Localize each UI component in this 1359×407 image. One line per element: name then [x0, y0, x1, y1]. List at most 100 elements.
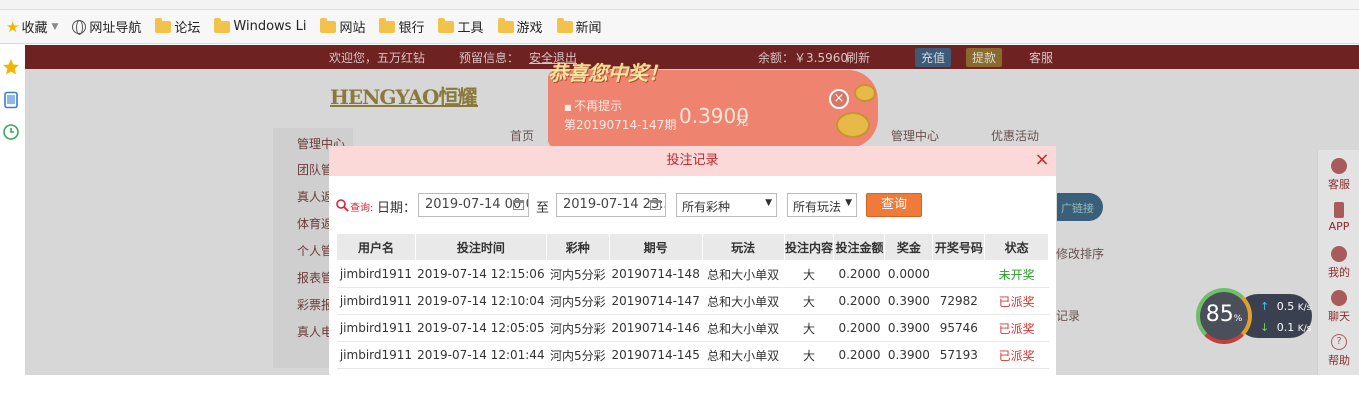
menu-live-report[interactable]: 真人电: [297, 323, 333, 340]
col-username: 用户名: [336, 233, 416, 261]
menu-personal[interactable]: 个人管: [297, 242, 333, 259]
menu-sport-rebate[interactable]: 体育返: [297, 215, 333, 232]
browser-sidebar: [0, 45, 25, 375]
promo-link-tab[interactable]: 广链接: [1057, 193, 1103, 221]
col-lottery: 彩种: [545, 233, 610, 261]
phone-icon: [1334, 202, 1344, 218]
arrow-down-icon: ↓: [1260, 321, 1270, 334]
col-status: 状态: [984, 233, 1049, 261]
float-mine[interactable]: 我的: [1318, 246, 1359, 280]
bookmark-folder-forum[interactable]: 论坛: [155, 17, 200, 36]
withdraw-button[interactable]: 提款: [966, 47, 1003, 67]
calendar-icon: [650, 200, 661, 210]
chevron-down-icon: ▼: [51, 21, 59, 32]
lottery-type-select[interactable]: 所有彩种 ▼: [676, 193, 777, 217]
menu-team[interactable]: 团队管: [297, 161, 333, 178]
prize-notification: 恭喜您中奖！ 不再提示 第20190714-147期 0.3900 元 ×: [548, 61, 878, 148]
table-row[interactable]: jimbird1911 2019-07-14 12:15:06 河内5分彩 20…: [336, 260, 1049, 288]
chevron-down-icon: ▼: [845, 198, 852, 208]
folder-icon: [556, 17, 573, 33]
coin-icon: [836, 112, 870, 138]
col-bet-time: 投注时间: [414, 233, 547, 261]
tablet-icon[interactable]: [2, 91, 20, 109]
search-icon: [336, 199, 349, 212]
bookmark-favorites[interactable]: ★ 收藏 ▼: [6, 17, 59, 37]
coin-icon: [854, 84, 876, 102]
menu-lottery-report[interactable]: 彩票报: [297, 296, 333, 313]
refresh-link[interactable]: 刷新: [846, 49, 870, 66]
status-badge: 已派奖: [984, 341, 1049, 369]
modal-title: 投注记录: [329, 146, 1056, 176]
welcome-text: 欢迎您，五万红钻: [329, 50, 426, 65]
query-label: 查询:: [350, 203, 374, 214]
bookmark-folder-windows[interactable]: Windows Li: [214, 17, 306, 34]
upload-speed: 0.5: [1276, 300, 1295, 313]
nav-manage[interactable]: 管理中心: [891, 127, 939, 144]
folder-icon: [379, 17, 396, 33]
right-float-bar: 客服 APP 我的 聊天 ? 帮助: [1317, 150, 1359, 375]
col-bet-amount: 投注金额: [833, 233, 886, 261]
float-app[interactable]: APP: [1318, 202, 1359, 233]
search-button[interactable]: 查询: [866, 193, 922, 217]
edit-sort-link[interactable]: 修改排序: [1056, 245, 1104, 262]
records-link[interactable]: 记录: [1056, 307, 1080, 324]
service-link[interactable]: 客服: [1029, 49, 1053, 66]
status-badge: 已派奖: [984, 314, 1049, 342]
bookmark-folder-sites[interactable]: 网站: [320, 17, 365, 36]
recharge-button[interactable]: 充值: [915, 47, 952, 67]
page-bottom-blank: [0, 375, 1359, 407]
user-icon: [1331, 246, 1347, 262]
table-row[interactable]: jimbird1911 2019-07-14 12:01:44 河内5分彩 20…: [336, 341, 1049, 369]
close-icon[interactable]: ×: [1032, 150, 1052, 170]
bookmark-folder-bank[interactable]: 银行: [379, 17, 424, 36]
folder-icon: [214, 17, 231, 33]
table-row[interactable]: jimbird1911 2019-07-14 12:10:04 河内5分彩 20…: [336, 287, 1049, 315]
history-clock-icon[interactable]: [2, 123, 20, 141]
bet-record-modal: 投注记录 × 查询: 日期： 2019-07-14 00:00:00 至 201…: [329, 146, 1056, 375]
status-badge: 已派奖: [984, 287, 1049, 315]
col-bet-content: 投注内容: [783, 233, 835, 261]
float-chat[interactable]: 聊天: [1318, 290, 1359, 324]
chat-icon: [1331, 290, 1347, 306]
table-row[interactable]: jimbird1911 2019-07-14 12:05:05 河内5分彩 20…: [336, 314, 1049, 342]
folder-icon: [497, 17, 514, 33]
nav-home[interactable]: 首页: [510, 127, 534, 144]
date-to-input[interactable]: 2019-07-14 23:59:59: [556, 193, 666, 217]
col-draw-number: 开奖号码: [932, 233, 986, 261]
bookmark-folder-games[interactable]: 游戏: [497, 17, 543, 36]
network-speed-widget[interactable]: 85% ↑ 0.5 K/s ↓ 0.1 K/s: [1196, 288, 1314, 344]
float-help[interactable]: ? 帮助: [1318, 334, 1359, 368]
dont-show-again[interactable]: 不再提示: [564, 97, 622, 114]
download-speed: 0.1: [1276, 321, 1295, 334]
to-label: 至: [536, 201, 550, 216]
star-icon: ★: [6, 17, 20, 36]
date-from-input[interactable]: 2019-07-14 00:00:00: [418, 193, 529, 217]
bookmark-folder-tools[interactable]: 工具: [438, 17, 484, 36]
bookmark-folder-news[interactable]: 新闻: [556, 17, 602, 36]
close-icon[interactable]: ×: [829, 89, 849, 109]
col-issue: 期号: [608, 233, 703, 261]
site-top-bar: 欢迎您，五万红钻 预留信息： 安全退出 余额：￥3.5960 刷新 充值 提款 …: [25, 45, 1359, 69]
browser-tab-strip: [0, 0, 1359, 10]
chevron-down-icon: ▼: [765, 198, 772, 208]
globe-icon: [72, 19, 87, 35]
table-header-row: 用户名 投注时间 彩种 期号 玩法 投注内容 投注金额 奖金 开奖号码 状态: [336, 233, 1049, 261]
prize-headline: 恭喜您中奖！: [548, 61, 668, 85]
col-play: 玩法: [701, 233, 785, 261]
nav-promo[interactable]: 优惠活动: [991, 127, 1039, 144]
float-service[interactable]: 客服: [1318, 158, 1359, 192]
col-prize: 奖金: [884, 233, 934, 261]
folder-icon: [320, 17, 337, 33]
play-type-select[interactable]: 所有玩法 ▼: [787, 193, 857, 217]
folder-icon: [438, 17, 455, 33]
headset-icon: [1331, 158, 1347, 174]
site-logo: HENGYAO恒耀: [330, 81, 478, 109]
bookmark-nav[interactable]: 网址导航: [72, 17, 141, 36]
favorites-star-icon[interactable]: [2, 58, 20, 76]
menu-live-rebate[interactable]: 真人返: [297, 188, 333, 205]
status-badge: 未开奖: [984, 260, 1049, 288]
bookmarks-bar: ★ 收藏 ▼ 网址导航 论坛 Windows Li 网站 银行 工具 游戏 新闻: [0, 10, 1359, 44]
date-label: 日期：: [377, 201, 417, 216]
menu-reports[interactable]: 报表管: [297, 269, 333, 286]
notice-label: 预留信息：: [459, 50, 520, 65]
